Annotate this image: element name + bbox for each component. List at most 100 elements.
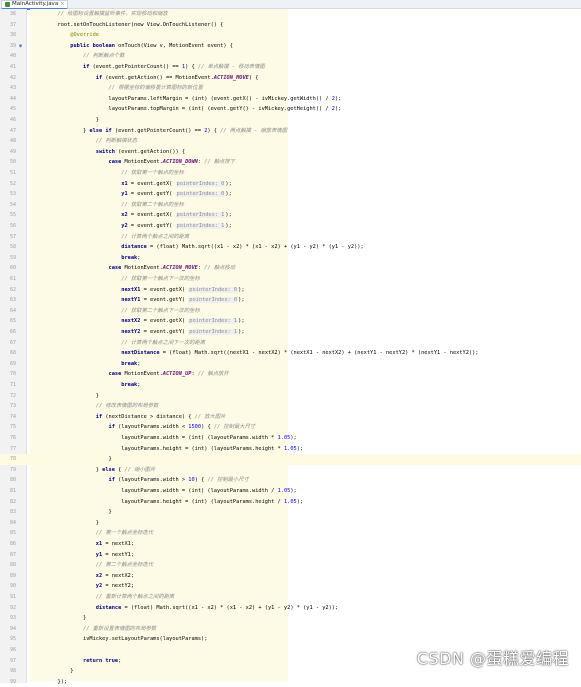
code-line[interactable]: 91 // 重新计算两个触点之间的距离 xyxy=(0,592,581,603)
override-gutter-icon[interactable]: ◉ xyxy=(17,41,24,52)
code-line[interactable]: 85 // 第一个触点坐标迭代 xyxy=(0,528,581,539)
code-text: } else { // 缩小图片 xyxy=(32,465,156,476)
code-line[interactable]: 60 case MotionEvent.ACTION_MOVE: // 触点移动 xyxy=(0,263,581,274)
code-line[interactable]: 55 x2 = event.getX( pointerIndex: 1); xyxy=(0,210,581,221)
code-line[interactable]: 79 } else { // 缩小图片 xyxy=(0,465,581,476)
code-line[interactable]: 53 y1 = event.getY( pointerIndex: 0); xyxy=(0,189,581,200)
code-line[interactable]: 62 nextX1 = event.getX( pointerIndex: 0)… xyxy=(0,285,581,296)
code-text: x1 = nextX1; xyxy=(32,539,134,550)
code-line[interactable]: 69 break; xyxy=(0,359,581,370)
code-line[interactable]: 90 y2 = nextY2; xyxy=(0,581,581,592)
code-comment: // 重新计算两个触点之间的距离 xyxy=(95,594,175,600)
code-line[interactable]: 83 } xyxy=(0,507,581,518)
code-line[interactable]: 42 if (event.getAction() == MotionEvent.… xyxy=(0,73,581,84)
code-token: distance xyxy=(95,604,122,611)
code-line[interactable]: 87 y1 = nextY1; xyxy=(0,550,581,561)
code-token: 1.05 xyxy=(277,488,291,494)
code-line[interactable]: 54 // 获取第二个触点的坐标 xyxy=(0,200,581,211)
code-line[interactable]: 77 layoutParams.height = (int) (layoutPa… xyxy=(0,444,581,455)
code-line[interactable]: 50 case MotionEvent.ACTION_DOWN: // 触点按下 xyxy=(0,157,581,168)
line-number: 79 xyxy=(9,466,16,473)
code-line[interactable]: 46 } xyxy=(0,115,581,126)
code-line[interactable]: 72 } xyxy=(0,391,581,402)
java-file-icon xyxy=(5,2,10,7)
code-token: 1.05 xyxy=(283,498,297,505)
line-number: 86 xyxy=(9,541,16,547)
code-token: ); xyxy=(225,212,232,219)
code-line[interactable]: 48 // 判断触摸状态 xyxy=(0,136,581,147)
close-icon[interactable]: × xyxy=(60,1,64,8)
code-line[interactable]: 99 }); xyxy=(0,677,581,687)
code-text: nextX1 = event.getX( pointerIndex: 0); xyxy=(32,285,245,296)
code-line[interactable]: 57 // 计算两个触点之间的距离 xyxy=(0,232,581,243)
code-text: x1 = event.getX( pointerIndex: 0); xyxy=(32,179,232,190)
code-line[interactable]: 88 // 第二个触点坐标迭代 xyxy=(0,560,581,571)
code-editor[interactable]: 36 // 给图标设置触摸监听事件，实现移动和缩放 37 root.setOnTo… xyxy=(0,9,581,685)
code-line[interactable]: 47 } else if (event.getPointerCount() ==… xyxy=(0,126,581,137)
code-comment: // 修改表情图的布局参数 xyxy=(95,403,159,410)
code-line[interactable]: 40 // 判断触点个数 xyxy=(0,51,581,62)
code-token: ; xyxy=(137,382,141,388)
code-token: } xyxy=(32,509,112,516)
code-line[interactable]: 56 y2 = event.getY( pointerIndex: 1); xyxy=(0,221,581,232)
code-line[interactable]: 80 if (layoutParams.width > 10) { // 控制最… xyxy=(0,475,581,486)
code-line[interactable]: 44 layoutParams.leftMargin = (int) (even… xyxy=(0,94,581,105)
code-text: layoutParams.width = (int) (layoutParams… xyxy=(32,433,296,444)
code-line[interactable]: 63 nextY1 = event.getY( pointerIndex: 0)… xyxy=(0,295,581,306)
line-number: 69 xyxy=(9,360,16,367)
code-line[interactable]: 73 // 修改表情图的布局参数 xyxy=(0,401,581,412)
code-line[interactable]: 89 x2 = nextX2; xyxy=(0,571,581,582)
code-line[interactable]: 49 switch (event.getAction()) { xyxy=(0,147,581,158)
code-line[interactable]: 78 } xyxy=(0,454,581,465)
code-line[interactable]: 84 } xyxy=(0,518,581,529)
code-line[interactable]: 86 x1 = nextX1; xyxy=(0,539,581,550)
code-line[interactable]: 82 layoutParams.height = (int) (layoutPa… xyxy=(0,497,581,508)
line-number: 82 xyxy=(9,498,16,505)
code-comment: // 重新设置表情图的布局参数 xyxy=(83,625,157,632)
line-number: 99 xyxy=(9,678,16,685)
code-line[interactable]: 68 nextDistance = (float) Math.sqrt((nex… xyxy=(0,348,581,359)
code-line[interactable]: 38 @Override xyxy=(0,30,581,41)
code-line[interactable]: 59 break; xyxy=(0,253,581,264)
code-line[interactable]: 37 root.setOnTouchListener(new View.OnTo… xyxy=(0,20,581,31)
code-line[interactable]: 74 if (nextDistance > distance) { // 放大图… xyxy=(0,412,581,423)
code-token: ); xyxy=(238,286,245,293)
code-line[interactable]: 64 // 获取第二个触点下一次的坐标 xyxy=(0,306,581,317)
code-line[interactable]: 43 // 根据坐标的偏移量计算图标的新位置 xyxy=(0,83,581,94)
code-token: = event.getX( xyxy=(140,286,189,293)
code-line[interactable]: 58 distance = (float) Math.sqrt((x1 - x2… xyxy=(0,242,581,253)
code-line[interactable]: 41 if (event.getPointerCount() == 1) { /… xyxy=(0,62,581,73)
code-line[interactable]: 71 break; xyxy=(0,380,581,391)
code-line[interactable]: 81 layoutParams.width = (int) (layoutPar… xyxy=(0,486,581,497)
code-line[interactable]: 75 if (layoutParams.width < 1500) { // 控… xyxy=(0,422,581,433)
code-line[interactable]: 61 // 获取第一个触点下一次的坐标 xyxy=(0,274,581,285)
code-line[interactable]: 66 nextY2 = event.getY( pointerIndex: 1)… xyxy=(0,327,581,338)
code-line[interactable]: 39 ◉ public boolean onTouch(View v, Motio… xyxy=(0,41,581,52)
code-line[interactable]: 65 nextX2 = event.getX( pointerIndex: 1)… xyxy=(0,316,581,327)
code-line[interactable]: 95 ivMickey.setLayoutParams(layoutParams… xyxy=(0,634,581,645)
code-line[interactable]: 36 // 给图标设置触摸监听事件，实现移动和缩放 xyxy=(0,9,581,20)
code-token: ); xyxy=(296,498,304,505)
code-line[interactable]: 70 case MotionEvent.ACTION_UP: // 触点放开 xyxy=(0,369,581,380)
line-number: 62 xyxy=(9,286,16,293)
code-text: if (nextDistance > distance) { // 放大图片 xyxy=(32,412,226,423)
code-line[interactable]: 94 // 重新设置表情图的布局参数 xyxy=(0,624,581,635)
code-line[interactable]: 93 } xyxy=(0,613,581,624)
code-token: { xyxy=(114,466,125,473)
code-line[interactable]: 52 x1 = event.getX( pointerIndex: 0); xyxy=(0,179,581,190)
code-line[interactable]: 76 layoutParams.width = (int) (layoutPar… xyxy=(0,433,581,444)
code-token: ACTION_MOVE xyxy=(213,74,249,81)
code-line[interactable]: 51 // 获取第一个触点的坐标 xyxy=(0,168,581,179)
code-line[interactable]: 67 // 计算两个触点之间下一次的距离 xyxy=(0,338,581,349)
code-line[interactable]: 92 distance = (float) Math.sqrt((x1 - x2… xyxy=(0,603,581,614)
line-number: 37 xyxy=(9,21,16,28)
code-line[interactable]: 45 layoutParams.topMargin = (int) (event… xyxy=(0,104,581,115)
code-text: layoutParams.leftMargin = (int) (event.g… xyxy=(32,94,342,105)
code-token: return true xyxy=(83,657,119,664)
code-token: case xyxy=(108,265,122,272)
code-comment: // 获取第一个触点的坐标 xyxy=(121,170,184,176)
